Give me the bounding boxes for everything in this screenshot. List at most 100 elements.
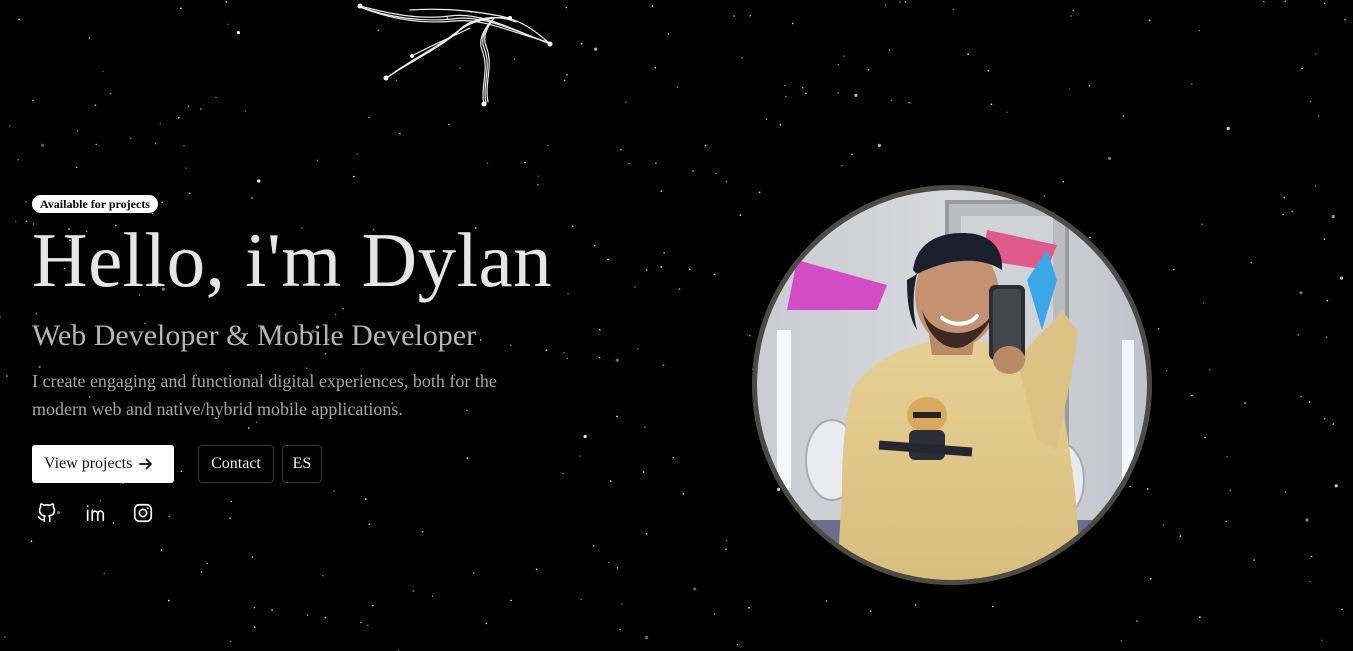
view-projects-button[interactable]: View projects [32, 445, 174, 483]
star [1323, 417, 1326, 420]
language-toggle-button[interactable]: ES [282, 445, 322, 483]
star [662, 364, 665, 366]
star [95, 143, 98, 146]
github-link[interactable] [35, 501, 59, 525]
star [1062, 180, 1064, 183]
star [565, 6, 568, 9]
star [888, 49, 891, 51]
star [715, 172, 717, 175]
star [421, 531, 424, 533]
star [1283, 196, 1286, 199]
star [1122, 115, 1125, 117]
linkedin-icon [86, 505, 105, 522]
star [628, 162, 630, 165]
star [692, 170, 694, 172]
star [322, 574, 324, 577]
star [792, 22, 794, 25]
star [1204, 436, 1206, 439]
linkedin-link[interactable] [83, 501, 107, 525]
star [890, 99, 893, 102]
star [306, 614, 309, 616]
star [227, 23, 229, 26]
star [188, 192, 191, 195]
star [758, 191, 761, 194]
star [801, 87, 804, 89]
contact-button[interactable]: Contact [198, 445, 274, 483]
star [103, 572, 106, 575]
star [748, 607, 750, 609]
star [784, 84, 786, 87]
star [616, 567, 619, 569]
star [535, 568, 538, 570]
star [356, 153, 359, 155]
star [713, 613, 716, 615]
star [564, 79, 566, 82]
availability-badge: Available for projects [32, 195, 158, 213]
star [1136, 620, 1138, 622]
star [412, 590, 415, 592]
hero-actions: View projects Contact ES [32, 445, 652, 483]
star [1226, 455, 1228, 458]
star [257, 179, 261, 183]
star [987, 69, 990, 72]
star [1229, 489, 1231, 492]
star [660, 266, 663, 268]
star [676, 86, 679, 88]
star [725, 548, 727, 550]
star [40, 143, 45, 147]
instagram-link[interactable] [131, 501, 155, 525]
star [1202, 302, 1205, 304]
star [580, 42, 583, 45]
star [678, 288, 681, 290]
star [625, 101, 627, 103]
star [843, 55, 846, 57]
star [94, 104, 97, 106]
star [431, 595, 434, 597]
star [877, 143, 882, 147]
star [672, 456, 675, 459]
star [17, 158, 20, 161]
star [372, 604, 374, 607]
star [76, 129, 79, 132]
star [1309, 580, 1311, 583]
star [14, 220, 17, 223]
view-projects-label: View projects [44, 455, 133, 472]
star [1308, 401, 1311, 403]
star [592, 545, 595, 547]
star [1199, 616, 1201, 618]
star [1321, 639, 1323, 642]
star [704, 144, 707, 147]
language-label: ES [292, 455, 312, 472]
star [725, 540, 728, 542]
star [547, 144, 549, 147]
star [32, 99, 34, 102]
star [733, 15, 735, 17]
star [777, 487, 781, 491]
star [725, 180, 728, 183]
star [1108, 156, 1112, 160]
star [25, 220, 28, 223]
star [693, 587, 697, 591]
star [1089, 236, 1091, 239]
star [867, 69, 870, 71]
star [749, 14, 752, 17]
star [368, 116, 370, 119]
page-subtitle: Web Developer & Mobile Developer [32, 319, 477, 352]
star [841, 164, 843, 167]
star [713, 273, 716, 276]
star [1225, 520, 1227, 523]
arrow-right-icon [139, 458, 153, 470]
star [651, 5, 654, 7]
star [1301, 67, 1303, 70]
star [851, 153, 853, 156]
profile-photo [752, 185, 1152, 585]
star [566, 74, 568, 76]
star [1120, 640, 1122, 642]
star [645, 635, 649, 640]
star [682, 493, 685, 495]
star [1043, 195, 1046, 197]
star [1314, 185, 1317, 187]
star [1070, 15, 1072, 17]
star [1250, 261, 1252, 264]
star [837, 63, 840, 66]
